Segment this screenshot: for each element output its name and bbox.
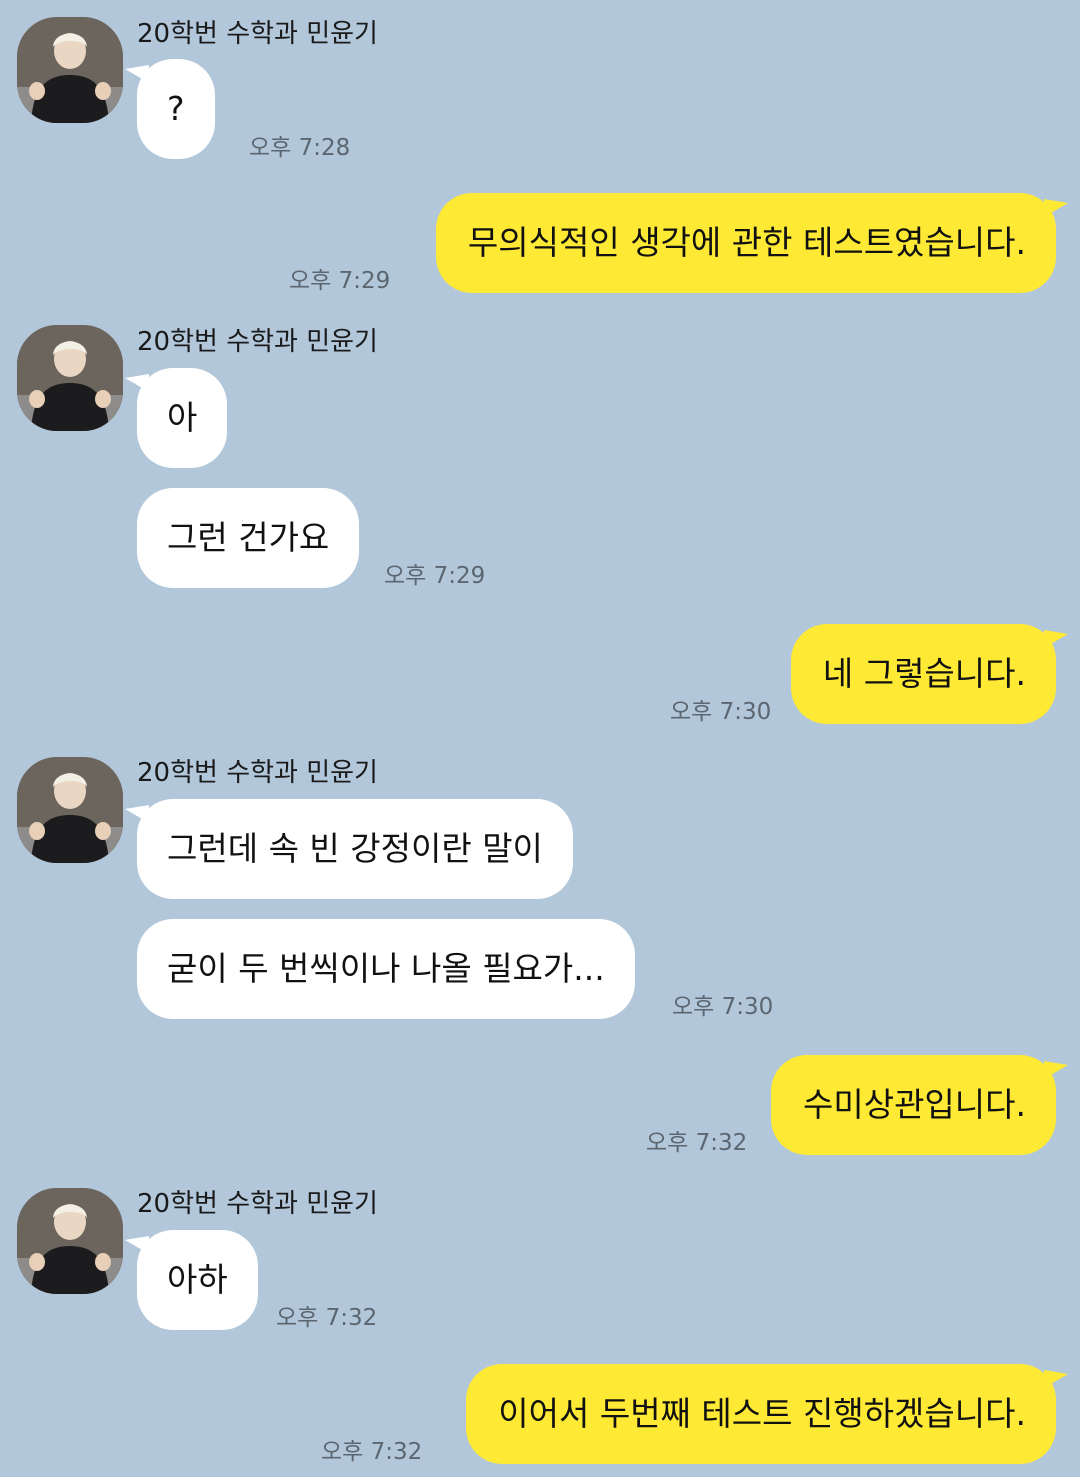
profile-avatar[interactable] xyxy=(17,757,123,863)
message-time: 오후 7:32 xyxy=(321,1439,423,1465)
message-text: 네 그렇습니다. xyxy=(822,654,1026,693)
bubble-tail-icon xyxy=(125,1236,149,1254)
message-bubble-outgoing[interactable]: 이어서 두번째 테스트 진행하겠습니다. xyxy=(466,1364,1068,1464)
message-text: 무의식적인 생각에 관한 테스트였습니다. xyxy=(467,223,1026,262)
message-bubble-incoming[interactable]: 굳이 두 번씩이나 나올 필요가... xyxy=(137,919,635,1019)
profile-avatar[interactable] xyxy=(17,325,123,431)
bubble-tail-icon xyxy=(1044,1061,1068,1079)
message-text: 아 xyxy=(167,398,198,437)
message-text: ? xyxy=(167,89,185,128)
message-time: 오후 7:32 xyxy=(276,1305,378,1331)
message-bubble-incoming[interactable]: 그런데 속 빈 강정이란 말이 xyxy=(125,799,573,899)
bubble-tail-icon xyxy=(1044,1370,1068,1388)
message-text: 그런 건가요 xyxy=(167,518,330,557)
message-time: 오후 7:30 xyxy=(670,699,772,725)
profile-avatar[interactable] xyxy=(17,17,123,123)
message-time: 오후 7:30 xyxy=(672,994,774,1020)
message-time: 오후 7:29 xyxy=(384,563,486,589)
message-bubble-incoming[interactable]: 아 xyxy=(125,368,228,468)
message-time: 오후 7:29 xyxy=(289,268,391,294)
message-bubble-incoming[interactable]: 아하 xyxy=(125,1230,258,1330)
message-time: 오후 7:28 xyxy=(249,135,351,161)
message-bubble-incoming[interactable]: 그런 건가요 xyxy=(137,488,360,588)
message-text: 굳이 두 번씩이나 나올 필요가... xyxy=(167,949,605,988)
bubble-tail-icon xyxy=(125,65,149,83)
message-text: 수미상관입니다. xyxy=(802,1085,1026,1124)
message-time: 오후 7:32 xyxy=(646,1130,748,1156)
message-bubble-outgoing[interactable]: 무의식적인 생각에 관한 테스트였습니다. xyxy=(435,193,1068,293)
message-bubble-outgoing[interactable]: 수미상관입니다. xyxy=(770,1055,1068,1155)
chat-room[interactable]: 20학번 수학과 민윤기 ? 오후 7:28 무의식적인 생각에 관한 테스트였… xyxy=(0,0,1080,1477)
bubble-tail-icon xyxy=(1044,630,1068,648)
sender-name: 20학번 수학과 민윤기 xyxy=(137,1189,378,1219)
profile-avatar[interactable] xyxy=(17,1188,123,1294)
bubble-tail-icon xyxy=(125,374,149,392)
sender-name: 20학번 수학과 민윤기 xyxy=(137,327,378,357)
message-text: 아하 xyxy=(167,1260,228,1299)
sender-name: 20학번 수학과 민윤기 xyxy=(137,19,378,49)
bubble-tail-icon xyxy=(1044,199,1068,217)
message-text: 이어서 두번째 테스트 진행하겠습니다. xyxy=(498,1394,1026,1433)
message-text: 그런데 속 빈 강정이란 말이 xyxy=(167,829,543,868)
message-bubble-incoming[interactable]: ? xyxy=(125,59,215,159)
sender-name: 20학번 수학과 민윤기 xyxy=(137,758,378,788)
message-bubble-outgoing[interactable]: 네 그렇습니다. xyxy=(790,624,1068,724)
bubble-tail-icon xyxy=(125,805,149,823)
